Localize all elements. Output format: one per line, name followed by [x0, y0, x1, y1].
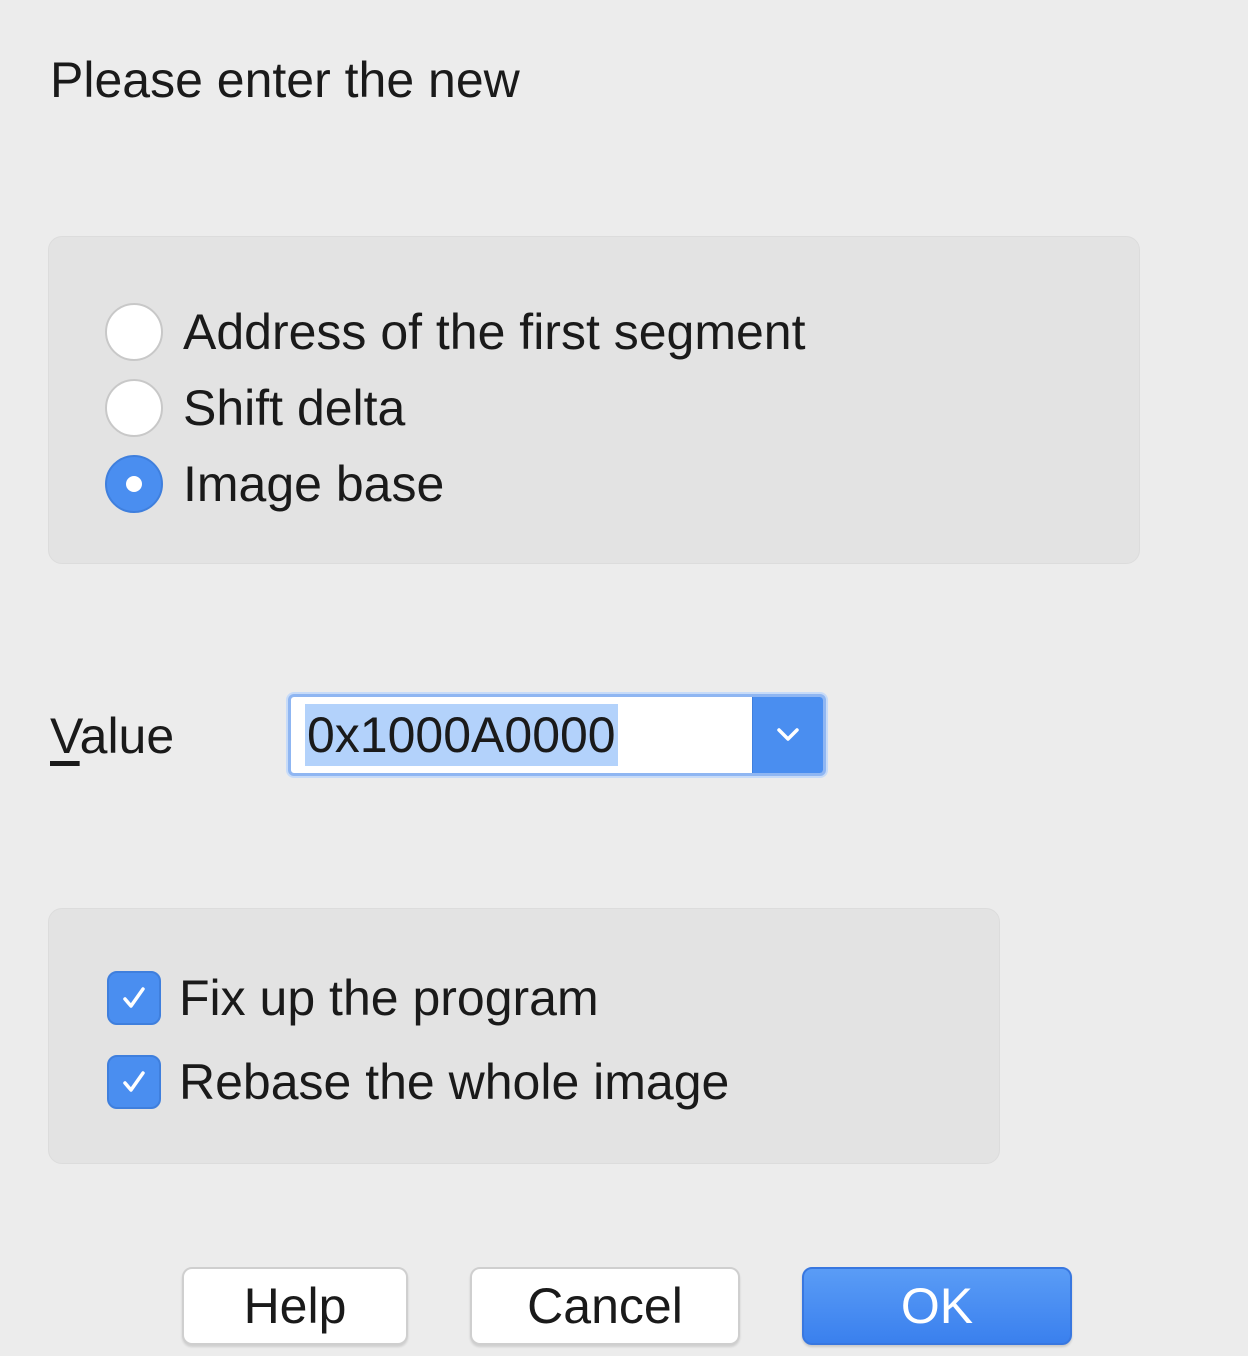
checkbox-label: Rebase the whole image	[179, 1054, 730, 1110]
chevron-down-icon	[777, 728, 799, 741]
cancel-button[interactable]: Cancel	[470, 1267, 740, 1345]
checkbox[interactable]	[107, 971, 161, 1025]
checkbox-rebase-whole-image[interactable]: Rebase the whole image	[107, 1049, 729, 1115]
radio-image-base[interactable]: Image base	[105, 451, 444, 517]
radio-label: Shift delta	[183, 380, 406, 436]
value-input[interactable]: 0x1000A0000	[291, 697, 752, 773]
prompt-text: Please enter the new	[50, 52, 520, 108]
radio-button[interactable]	[105, 303, 163, 361]
checkmark-icon	[123, 1071, 145, 1092]
checkmark-icon	[123, 987, 145, 1008]
radio-button[interactable]	[105, 379, 163, 437]
radio-shift-delta[interactable]: Shift delta	[105, 375, 405, 441]
value-combobox[interactable]: 0x1000A0000	[288, 694, 826, 776]
value-input-text: 0x1000A0000	[305, 704, 618, 766]
combo-dropdown-button[interactable]	[752, 697, 823, 773]
radio-address-first-segment[interactable]: Address of the first segment	[105, 299, 806, 365]
radio-label: Image base	[183, 456, 445, 512]
radio-label: Address of the first segment	[183, 304, 806, 360]
mode-radio-group: Address of the first segment Shift delta…	[48, 236, 1140, 564]
value-label-rest: alue	[79, 708, 175, 764]
checkbox[interactable]	[107, 1055, 161, 1109]
checkbox-label: Fix up the program	[179, 970, 599, 1026]
checkbox-fix-up-program[interactable]: Fix up the program	[107, 965, 599, 1031]
options-checkbox-group: Fix up the program Rebase the whole imag…	[48, 908, 1000, 1164]
help-button[interactable]: Help	[182, 1267, 408, 1345]
radio-button-selected[interactable]	[105, 455, 163, 513]
value-label-mnemonic: V	[50, 708, 80, 764]
ok-button[interactable]: OK	[802, 1267, 1072, 1345]
value-label: Value	[50, 706, 174, 766]
